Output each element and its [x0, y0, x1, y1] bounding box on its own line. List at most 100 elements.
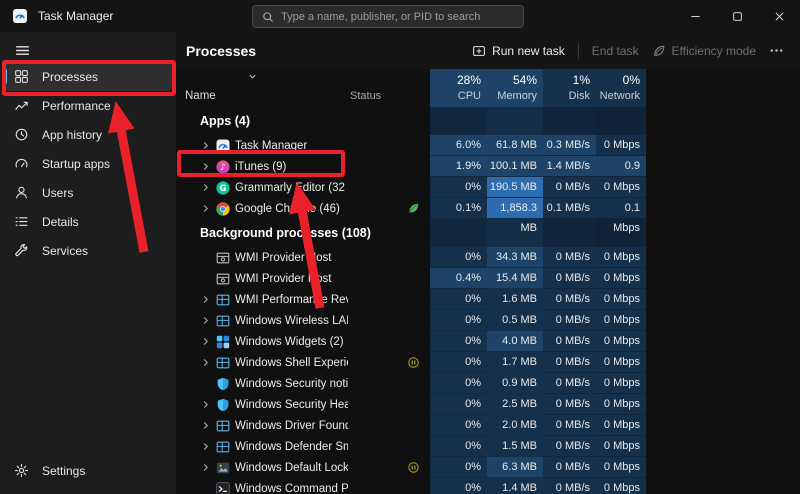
run-new-task-label: Run new task [492, 44, 565, 58]
chevron-right-icon[interactable] [200, 462, 211, 473]
process-row[interactable]: Windows Wireless LAN 802.1...0%0.5 MB0 M… [176, 310, 646, 331]
process-row[interactable]: Google Chrome (46)0.1%1,858.3 MB0.1 MB/s… [176, 198, 646, 219]
process-row[interactable]: Windows Security Health Servi...0%2.5 MB… [176, 394, 646, 415]
process-name: Grammarly Editor (32 bit) (5) [235, 182, 348, 194]
toolbar-actions: Run new task End task Efficiency mode [472, 43, 784, 59]
sidebar-item-label: Services [42, 244, 88, 258]
shield-icon [216, 377, 230, 391]
task-manager-window: Task Manager ProcessesPerformanceApp his… [0, 0, 800, 494]
end-task-label: End task [592, 44, 639, 58]
group-empty-cell [596, 219, 646, 239]
titlebar: Task Manager [0, 0, 800, 32]
sidebar-item-performance[interactable]: Performance [4, 91, 172, 120]
process-name-cell: Windows Default Lock Screen ... [176, 457, 348, 478]
pause-icon [407, 356, 420, 369]
column-usage-percent: 54% [513, 73, 537, 87]
process-row[interactable]: Task Manager6.0%61.8 MB0.3 MB/s0 Mbps [176, 135, 646, 156]
process-row[interactable]: Windows Driver Foundation - ...0%2.0 MB0… [176, 415, 646, 436]
process-name-cell: ♪iTunes (9) [176, 156, 348, 177]
cpu-value: 0% [430, 415, 487, 435]
chevron-right-icon[interactable] [200, 294, 211, 305]
status-cell [348, 436, 430, 457]
network-value: 0 Mbps [596, 436, 646, 456]
minimize-button[interactable] [674, 0, 716, 32]
more-options-button[interactable] [769, 43, 784, 58]
status-cell [348, 394, 430, 415]
process-row[interactable]: WMI Provider Host0%34.3 MB0 MB/s0 Mbps [176, 247, 646, 268]
lockscreen-icon [216, 461, 230, 475]
memory-value: 1.5 MB [487, 436, 543, 456]
chevron-right-icon[interactable] [200, 420, 211, 431]
process-name-cell: Windows Driver Foundation - ... [176, 415, 348, 436]
settings-icon [14, 463, 29, 478]
group-label: Background processes (108) [176, 219, 646, 247]
chevron-right-icon[interactable] [200, 399, 211, 410]
memory-value: 1.7 MB [487, 352, 543, 372]
column-usage-percent: 0% [623, 73, 640, 87]
sidebar-item-settings[interactable]: Settings [4, 456, 172, 485]
chevron-right-icon[interactable] [200, 441, 211, 452]
process-name: Windows Default Lock Screen ... [235, 462, 348, 474]
sidebar-item-processes[interactable]: Processes [4, 62, 172, 91]
wmi-icon [216, 251, 230, 265]
process-name: WMI Provider Host [235, 273, 332, 285]
group-empty-cell [430, 219, 487, 239]
sidebar-item-users[interactable]: Users [4, 178, 172, 207]
network-value: 0 Mbps [596, 352, 646, 372]
status-cell [348, 156, 430, 177]
windows-icon [216, 314, 230, 328]
process-name: Windows Command Processor [235, 483, 348, 494]
end-task-button[interactable]: End task [592, 44, 639, 58]
process-name-cell: Task Manager [176, 135, 348, 156]
chevron-right-icon[interactable] [200, 140, 211, 151]
process-row[interactable]: Windows Widgets (2)0%4.0 MB0 MB/s0 Mbps [176, 331, 646, 352]
column-header-cpu[interactable]: 28%CPU [430, 69, 487, 107]
column-header-status[interactable]: Status [348, 69, 430, 107]
chevron-right-icon[interactable] [200, 336, 211, 347]
search-icon [262, 11, 274, 23]
memory-value: 1.6 MB [487, 289, 543, 309]
search-input[interactable] [281, 11, 514, 23]
sidebar-item-app-history[interactable]: App history [4, 120, 172, 149]
efficiency-mode-button[interactable]: Efficiency mode [652, 44, 757, 58]
chevron-right-icon[interactable] [200, 357, 211, 368]
chevron-right-icon[interactable] [200, 203, 211, 214]
maximize-button[interactable] [716, 0, 758, 32]
memory-value: 61.8 MB [487, 135, 543, 155]
column-label: Network [600, 90, 640, 102]
process-name-cell: WMI Provider Host [176, 268, 348, 289]
disk-value: 0 MB/s [543, 268, 596, 288]
column-header-name[interactable]: Name [176, 69, 348, 107]
run-new-task-button[interactable]: Run new task [472, 44, 565, 58]
network-value: 0 Mbps [596, 310, 646, 330]
sidebar-item-startup-apps[interactable]: Startup apps [4, 149, 172, 178]
column-header-memory[interactable]: 54%Memory [487, 69, 543, 107]
process-row[interactable]: Windows Security notification ...0%0.9 M… [176, 373, 646, 394]
network-value: 0 Mbps [596, 478, 646, 494]
sidebar-item-details[interactable]: Details [4, 207, 172, 236]
chevron-right-icon[interactable] [200, 315, 211, 326]
chevron-right-icon[interactable] [200, 161, 211, 172]
status-cell [348, 457, 430, 478]
process-row[interactable]: Windows Shell Experience Hos...0%1.7 MB0… [176, 352, 646, 373]
services-icon [14, 243, 29, 258]
process-row[interactable]: WMI Performance Reverse Ad...0%1.6 MB0 M… [176, 289, 646, 310]
process-row[interactable]: GGrammarly Editor (32 bit) (5)0%190.5 MB… [176, 177, 646, 198]
column-header-disk[interactable]: 1%Disk [543, 69, 596, 107]
process-name-cell: Google Chrome (46) [176, 198, 348, 219]
close-button[interactable] [758, 0, 800, 32]
process-name: Windows Security notification ... [235, 378, 348, 390]
name-header-label: Name [185, 90, 216, 102]
chevron-right-icon[interactable] [200, 182, 211, 193]
status-header-label: Status [350, 90, 381, 102]
process-row[interactable]: Windows Default Lock Screen ...0%6.3 MB0… [176, 457, 646, 478]
sidebar-item-services[interactable]: Services [4, 236, 172, 265]
process-row[interactable]: Windows Command Processor0%1.4 MB0 MB/s0… [176, 478, 646, 494]
menu-icon[interactable] [14, 42, 31, 59]
status-cell [348, 135, 430, 156]
process-row[interactable]: WMI Provider Host0.4%15.4 MB0 MB/s0 Mbps [176, 268, 646, 289]
process-row[interactable]: Windows Defender SmartScre...0%1.5 MB0 M… [176, 436, 646, 457]
process-row[interactable]: ♪iTunes (9)1.9%100.1 MB1.4 MB/s0.9 Mbps [176, 156, 646, 177]
column-header-network[interactable]: 0% Network [596, 69, 646, 107]
chevron-spacer [200, 273, 211, 284]
